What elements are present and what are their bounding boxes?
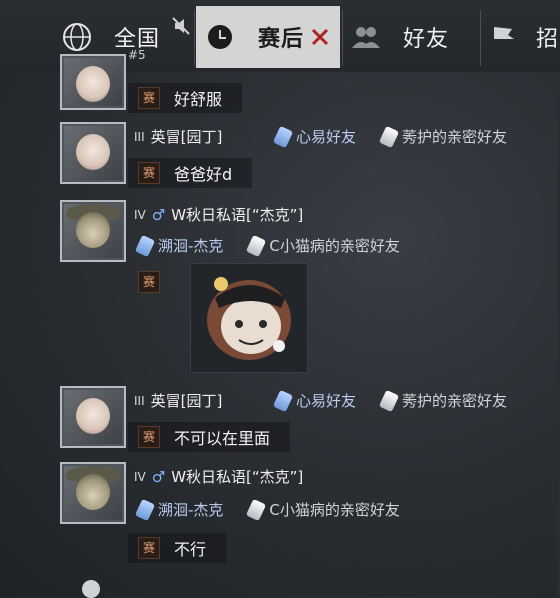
sender-line: III 英冒[园丁] [134,126,222,147]
match-tag: 赛 [138,162,160,184]
badge-label: C小猫病的亲密好友 [269,237,400,255]
badge-label: 莠护的亲密好友 [402,392,508,410]
clock-icon [208,25,232,49]
badge-line: 心易好友 莠护的亲密好友 [272,389,533,412]
gem-icon [272,125,294,148]
sender-name[interactable]: 英冒[园丁] [151,126,223,147]
tab-divider [480,10,481,66]
gem-icon [134,498,156,521]
tab-friends[interactable]: 好友 [345,6,480,68]
badge: 心易好友 [272,125,357,148]
tab-divider [194,10,195,66]
avatar[interactable] [60,200,126,262]
gem-icon [378,125,400,148]
badge-label: 溯洄-杰克 [158,501,224,519]
avatar[interactable] [60,54,126,110]
sticker-image[interactable] [190,263,308,373]
gem-icon [246,498,267,521]
message-bubble: 赛 好舒服 [128,83,243,113]
badge-line: 心易好友 莠护的亲密好友 [272,125,533,148]
avatar[interactable] [60,462,126,524]
avatar[interactable] [60,386,126,448]
badge: 溯洄-杰克 [134,234,224,257]
close-icon[interactable] [310,27,330,47]
badge-label: C小猫病的亲密好友 [269,501,400,519]
male-icon: ♂ [151,467,166,486]
tab-global-rank: #5 [128,48,146,62]
badge: 莠护的亲密好友 [378,125,508,148]
tab-postgame[interactable]: 赛后 [196,6,340,68]
badge: C小猫病的亲密好友 [246,498,400,521]
sender-name[interactable]: W秋日私语[“杰克”] [171,466,303,487]
sender-name[interactable]: 英冒[园丁] [151,390,223,411]
message-bubble: 赛 不行 [128,533,227,563]
badge-label: 心易好友 [296,128,357,146]
badge-label: 心易好友 [296,392,357,410]
avatar[interactable] [60,122,126,184]
sender-line: IV ♂ W秋日私语[“杰克”] [134,204,303,225]
gem-icon [272,389,294,412]
message-text: 不行 [174,540,207,559]
sticker-face-icon [207,277,291,360]
match-tag: 赛 [138,537,160,559]
sender-line: IV ♂ W秋日私语[“杰克”] [134,466,303,487]
message-bubble: 赛 不可以在里面 [128,422,291,452]
badge: 溯洄-杰克 [134,498,224,521]
rank-badge: IV [134,469,146,484]
match-tag: 赛 [138,271,160,293]
message-text: 爸爸好d [174,165,233,184]
avatar-partial[interactable] [82,580,100,598]
globe-icon [63,23,91,51]
tab-recruit[interactable]: 招 [482,6,560,68]
match-tag: 赛 [138,426,160,448]
badge: 心易好友 [272,389,357,412]
message-bubble: 赛 爸爸好d [128,158,253,188]
flag-icon [494,27,514,49]
tab-postgame-label: 赛后 [258,27,305,52]
badge-label: 溯洄-杰克 [158,237,224,255]
badge-line: 溯洄-杰克 C小猫病的亲密好友 [134,498,426,521]
message-text: 不可以在里面 [174,429,271,448]
gem-icon [246,234,267,257]
friends-icon [352,27,380,48]
sender-line: III 英冒[园丁] [134,390,222,411]
tab-divider [342,10,343,66]
sender-name[interactable]: W秋日私语[“杰克”] [171,204,303,225]
badge: 莠护的亲密好友 [378,389,508,412]
gem-icon [134,234,156,257]
badge-label: 莠护的亲密好友 [402,128,508,146]
rank-badge: III [134,129,145,144]
badge-line: 溯洄-杰克 C小猫病的亲密好友 [134,234,426,257]
message-text: 好舒服 [174,90,223,109]
rank-badge: IV [134,207,146,222]
rank-badge: III [134,393,145,408]
gem-icon [378,389,400,412]
mute-icon [172,17,190,35]
badge: C小猫病的亲密好友 [246,234,400,257]
male-icon: ♂ [151,205,166,224]
tab-recruit-label: 招 [536,27,560,52]
match-tag: 赛 [138,87,160,109]
tab-friends-label: 好友 [403,27,450,52]
